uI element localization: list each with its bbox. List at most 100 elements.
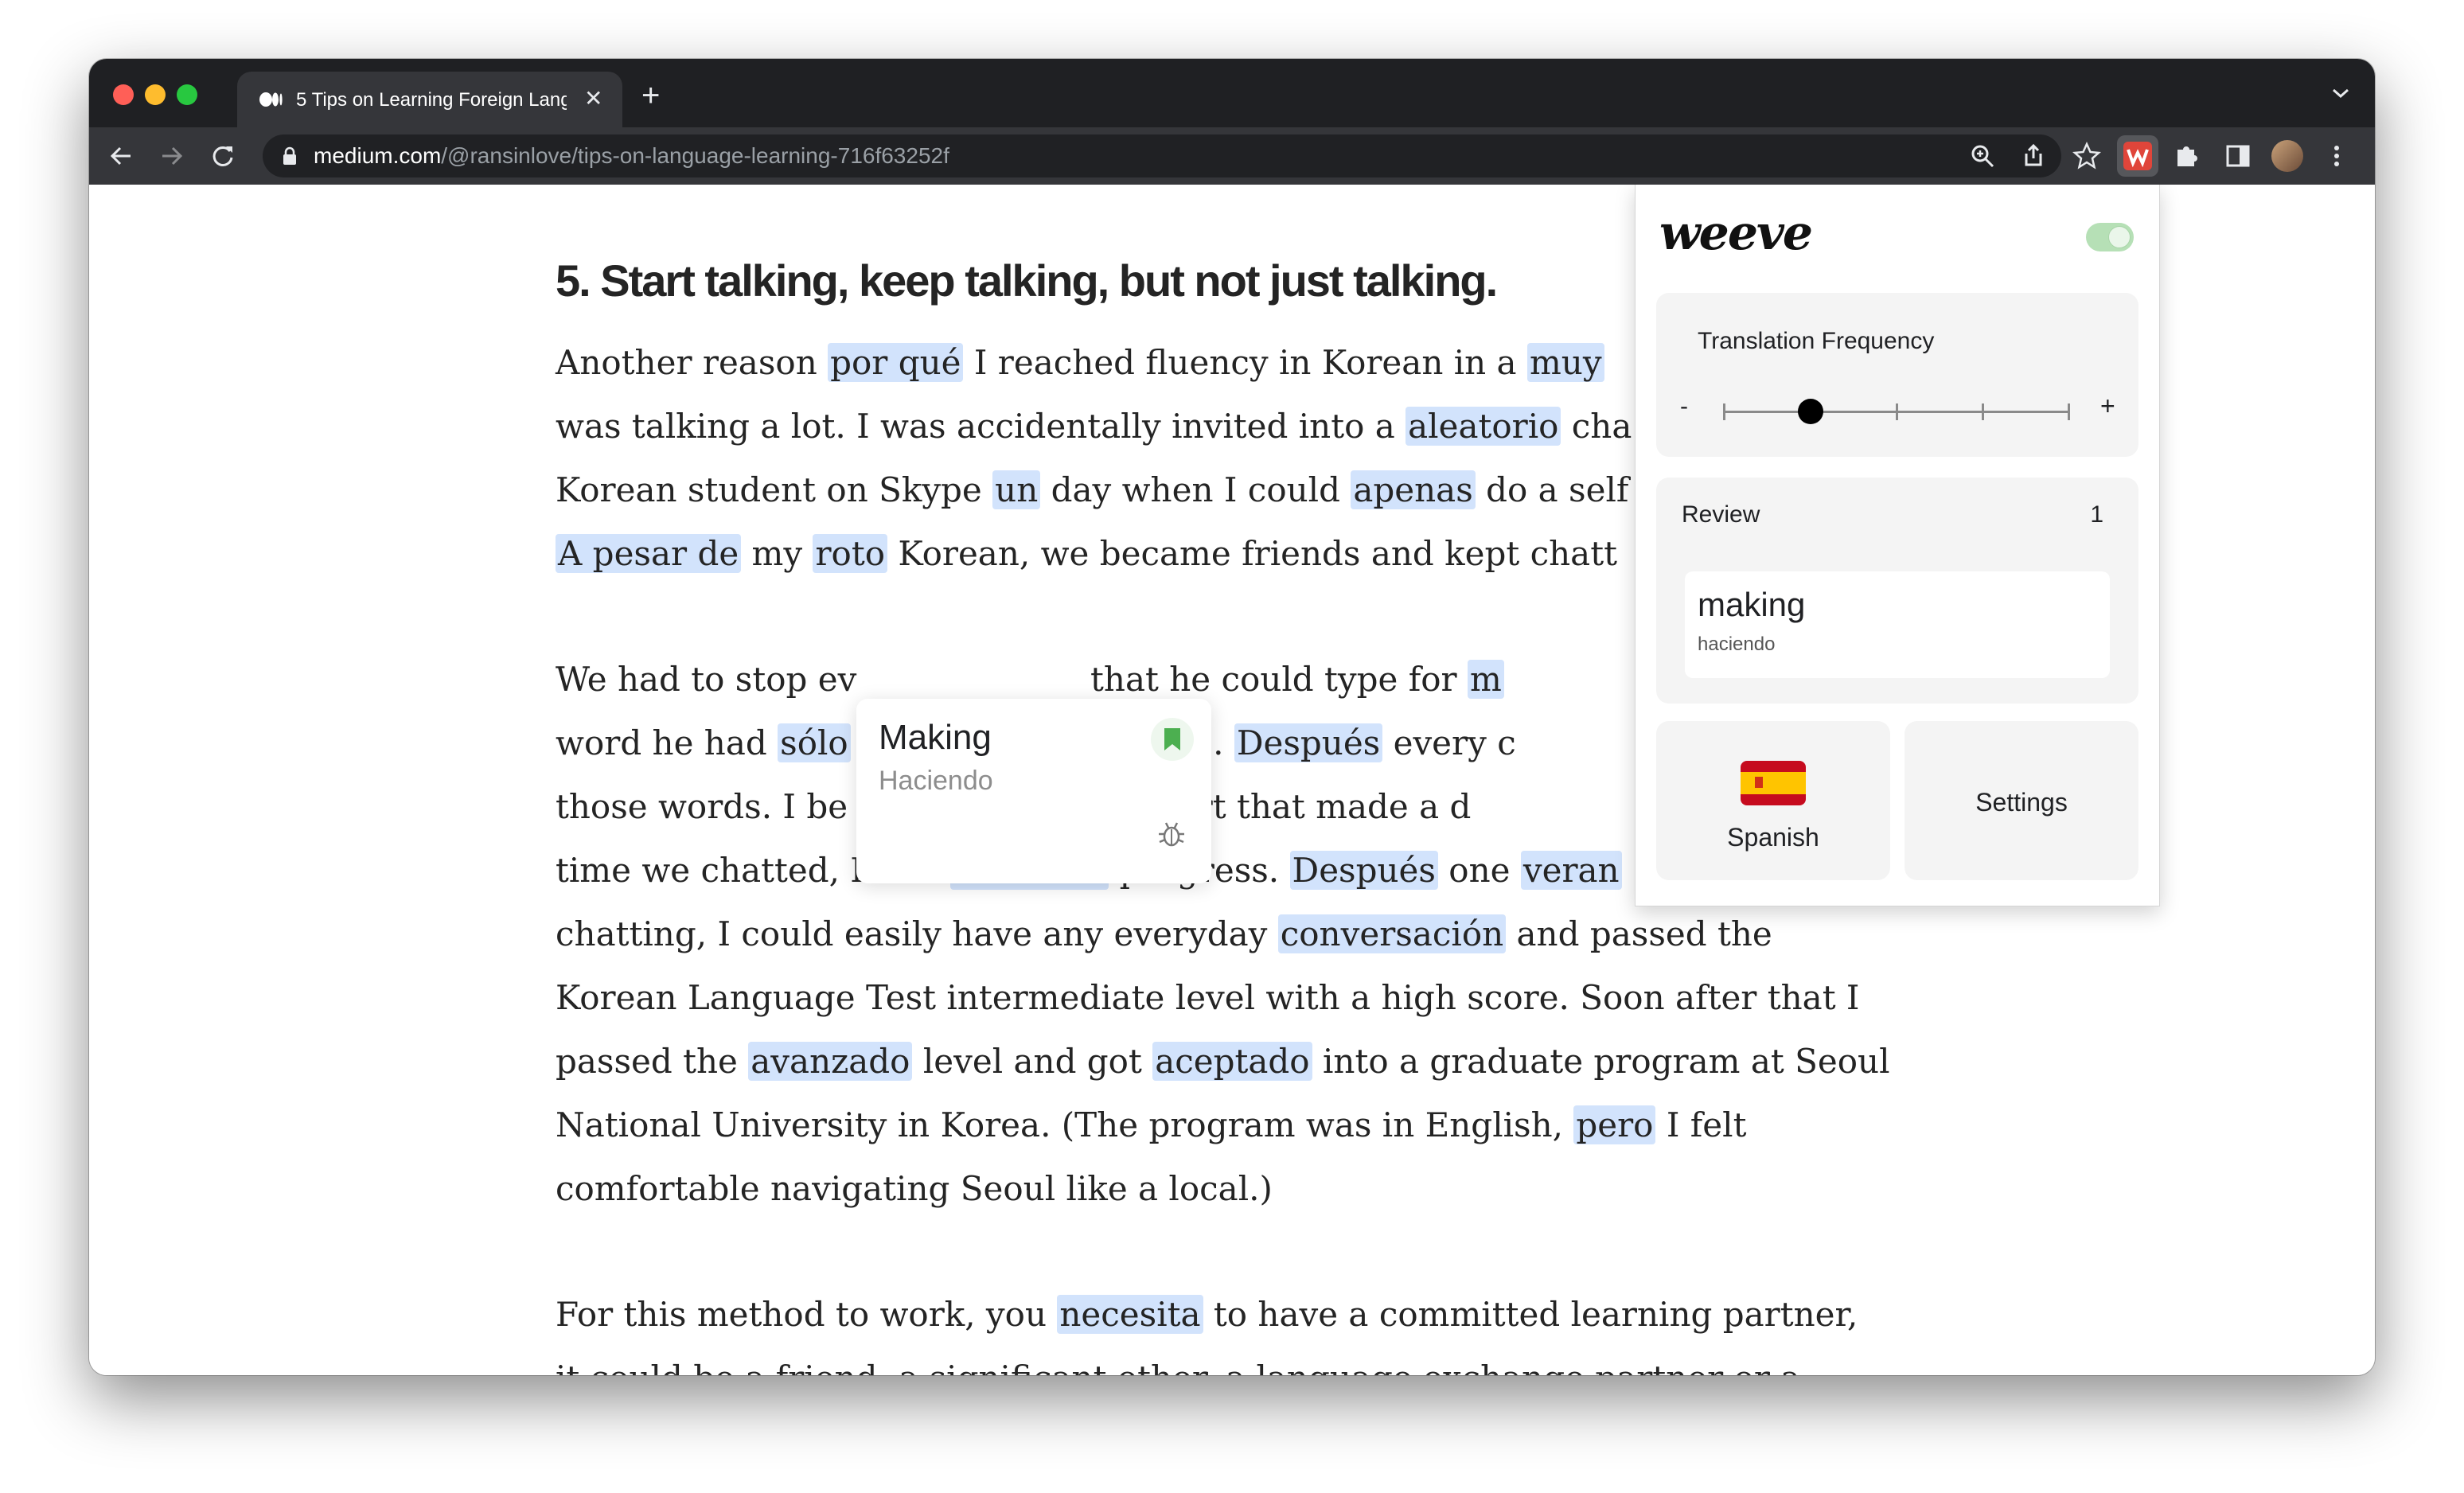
article-line: passed the avanzado level and got acepta… xyxy=(556,1030,1924,1093)
frequency-increase-button[interactable]: + xyxy=(2100,392,2115,421)
text-run: day when I could xyxy=(1040,470,1351,509)
section-heading: 5. Start talking, keep talking, but not … xyxy=(556,255,1496,306)
translated-word[interactable]: Después xyxy=(1290,851,1438,890)
article-paragraph-3: For this method to work, you necesita to… xyxy=(556,1283,1924,1375)
star-icon[interactable] xyxy=(2072,142,2101,170)
reload-icon[interactable] xyxy=(209,142,237,170)
text-run: cha xyxy=(1561,407,1632,446)
back-icon[interactable] xyxy=(107,142,135,170)
translated-word[interactable]: veran xyxy=(1521,851,1622,890)
translated-word[interactable]: A pesar de xyxy=(556,534,741,573)
text-run: every c xyxy=(1382,723,1515,762)
text-run: For this method to work, you xyxy=(556,1295,1057,1334)
language-button[interactable]: Spanish xyxy=(1656,721,1890,880)
spain-flag-icon xyxy=(1741,761,1806,805)
text-run xyxy=(856,660,1079,699)
article-line: chatting, I could easily have any everyd… xyxy=(556,902,1924,966)
review-panel: Review 1 making haciendo xyxy=(1656,478,2138,704)
frequency-slider-thumb[interactable] xyxy=(1798,399,1823,424)
text-run: one xyxy=(1438,851,1521,890)
text-run: We had to stop ev xyxy=(556,660,856,699)
translated-word[interactable]: Después xyxy=(1234,723,1382,762)
zoom-window-button[interactable] xyxy=(177,84,197,105)
article-line: Korean Language Test intermediate level … xyxy=(556,966,1924,1030)
settings-button[interactable]: Settings xyxy=(1905,721,2138,880)
close-window-button[interactable] xyxy=(113,84,134,105)
extensions-puzzle-icon[interactable] xyxy=(2173,142,2201,170)
translated-word[interactable]: m xyxy=(1468,660,1504,699)
text-run: passed the xyxy=(556,1042,748,1081)
translated-word[interactable]: un xyxy=(992,470,1040,509)
address-bar[interactable]: medium.com/@ransinlove/tips-on-language-… xyxy=(263,134,2061,177)
browser-window: 5 Tips on Learning Foreign Language ✕ + … xyxy=(89,59,2375,1375)
review-count: 1 xyxy=(2090,501,2103,528)
settings-label: Settings xyxy=(1905,788,2138,817)
text-run: to have a committed learning partner, xyxy=(1203,1295,1858,1334)
slider-tick xyxy=(1896,403,1898,420)
translation-frequency-label: Translation Frequency xyxy=(1698,328,1934,355)
translated-word[interactable]: apenas xyxy=(1351,470,1475,509)
article-line: For this method to work, you necesita to… xyxy=(556,1283,1924,1347)
translated-word[interactable]: aleatorio xyxy=(1405,407,1561,446)
text-run: chatting, I could easily have any everyd… xyxy=(556,914,1278,953)
tab-search-chevron-icon[interactable] xyxy=(2330,86,2351,100)
slider-tick xyxy=(1982,403,1984,420)
text-run: Korean Language Test intermediate level … xyxy=(556,978,1860,1017)
tab-active[interactable]: 5 Tips on Learning Foreign Language ✕ xyxy=(237,72,622,127)
tab-close-icon[interactable]: ✕ xyxy=(584,86,602,111)
slider-tick xyxy=(1723,403,1725,420)
slider-tick xyxy=(2068,403,2070,420)
minimize-window-button[interactable] xyxy=(145,84,166,105)
profile-avatar[interactable] xyxy=(2271,140,2303,172)
translated-word[interactable]: muy xyxy=(1527,343,1604,382)
weeve-extension-button[interactable] xyxy=(2117,135,2158,177)
hover-card-translation: Haciendo xyxy=(879,766,993,797)
bug-report-icon[interactable] xyxy=(1156,818,1187,850)
review-word: making xyxy=(1698,586,1805,624)
url-text: medium.com/@ransinlove/tips-on-language-… xyxy=(314,143,949,169)
translated-word[interactable]: por qué xyxy=(828,343,963,382)
review-word-card[interactable]: making haciendo xyxy=(1685,571,2110,678)
weeve-extension-popup: weeve Translation Frequency - + Review 1… xyxy=(1635,185,2160,906)
article-line: it could be a friend, a significant othe… xyxy=(556,1347,1924,1375)
bookmark-icon xyxy=(1164,728,1180,750)
text-run: comfortable navigating Seoul like a loca… xyxy=(556,1169,1273,1208)
text-run: my xyxy=(741,534,813,573)
text-run: it could be a friend, a significant othe… xyxy=(556,1359,1800,1375)
text-run: that he could type for xyxy=(1080,660,1468,699)
tab-title: 5 Tips on Learning Foreign Language xyxy=(296,88,567,113)
article-line: comfortable navigating Seoul like a loca… xyxy=(556,1157,1924,1221)
hover-card-word: Making xyxy=(879,718,992,758)
review-label: Review xyxy=(1682,501,1760,528)
text-run: I reached fluency in Korean in a xyxy=(963,343,1526,382)
translated-word[interactable]: conversación xyxy=(1278,914,1506,953)
frequency-decrease-button[interactable]: - xyxy=(1680,393,1688,420)
translated-word[interactable]: necesita xyxy=(1057,1295,1203,1334)
text-run: National University in Korea. (The progr… xyxy=(556,1105,1573,1144)
text-run: was talking a lot. I was accidentally in… xyxy=(556,407,1405,446)
text-run: word he had xyxy=(556,723,778,762)
new-tab-icon[interactable]: + xyxy=(641,81,660,110)
zoom-icon[interactable] xyxy=(1969,142,1996,170)
text-run: into a graduate program at Seoul xyxy=(1312,1042,1890,1081)
translated-word[interactable]: pero xyxy=(1573,1105,1655,1144)
lock-icon[interactable] xyxy=(282,146,298,166)
text-run: and passed the xyxy=(1506,914,1772,953)
translated-word[interactable]: roto xyxy=(813,534,887,573)
bookmark-word-button[interactable] xyxy=(1151,718,1194,761)
share-icon[interactable] xyxy=(2020,142,2047,170)
translated-word[interactable]: sólo xyxy=(778,723,851,762)
page-content: 5. Start talking, keep talking, but not … xyxy=(89,185,2375,1375)
review-translation: haciendo xyxy=(1698,633,1775,656)
sidepanel-icon[interactable] xyxy=(2224,142,2252,170)
extension-enable-toggle[interactable] xyxy=(2086,223,2134,251)
translated-word[interactable]: aceptado xyxy=(1152,1042,1312,1081)
text-run: Korean, we became friends and kept chatt xyxy=(887,534,1617,573)
translated-word[interactable]: avanzado xyxy=(748,1042,912,1081)
toggle-knob xyxy=(2108,226,2131,248)
menu-kebab-icon[interactable] xyxy=(2322,142,2351,170)
medium-logo-icon xyxy=(259,89,283,110)
forward-icon[interactable] xyxy=(158,142,186,170)
browser-toolbar: medium.com/@ransinlove/tips-on-language-… xyxy=(89,127,2375,185)
frequency-slider[interactable] xyxy=(1723,411,2070,413)
